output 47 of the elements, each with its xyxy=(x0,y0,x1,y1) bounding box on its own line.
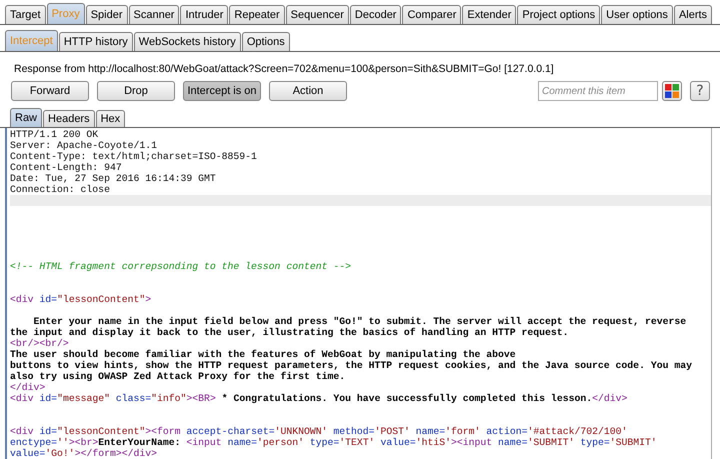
message-editor[interactable] xyxy=(5,128,712,459)
main-tab[interactable]: Project options xyxy=(517,5,600,24)
action-button[interactable]: Action xyxy=(269,81,347,101)
sub-tab[interactable]: HTTP history xyxy=(58,32,133,51)
code-line: <br/><br/> xyxy=(10,338,70,349)
code-line: <div id="lessonContent"> xyxy=(10,294,152,305)
main-tab[interactable]: Extender xyxy=(462,5,516,24)
main-tab[interactable]: Target xyxy=(5,5,46,24)
response-info: Response from http://localhost:80/WebGoat/attack?Screen=702&menu=100&person=Sith&SUBMIT=Go! [127.0.0.1] xyxy=(13,62,555,76)
main-tab[interactable]: User options xyxy=(601,5,673,24)
code-line: value='Go!'></form></div> xyxy=(10,448,158,459)
sub-tab[interactable]: Options xyxy=(242,32,290,51)
main-tab[interactable]: Comparer xyxy=(402,5,462,24)
code-line: also try using OWASP Zed Attack Proxy for the first time. xyxy=(10,371,346,382)
code-line: Connection: close xyxy=(10,184,111,195)
main-tab[interactable]: Decoder xyxy=(350,5,402,24)
main-tab[interactable]: Spider xyxy=(86,5,128,24)
code-line: Content-Length: 947 xyxy=(10,162,123,173)
view-tab[interactable]: Hex xyxy=(96,110,126,127)
action-button[interactable]: Forward xyxy=(11,81,89,101)
code-line: Enter your name in the input field below and press "Go!" to submit. The server will accept the request, reverse xyxy=(32,316,688,327)
action-button[interactable]: Drop xyxy=(97,81,175,101)
sub-tab[interactable]: WebSockets history xyxy=(134,32,241,51)
view-tab[interactable]: Headers xyxy=(43,110,95,127)
color-grid-button[interactable] xyxy=(662,81,682,101)
code-line: <div id="lessonContent"><form accept-charset='UNKNOWN' method='POST' name='form' action='#attack/702/100' xyxy=(10,426,628,437)
main-tab[interactable]: Alerts xyxy=(674,5,712,24)
code-line: HTTP/1.1 200 OK xyxy=(10,129,100,140)
code-line: The user should become familiar with the features of WebGoat by manipulating the above xyxy=(10,349,517,360)
code-line: Content-Type: text/html;charset=ISO-8859-1 xyxy=(10,151,258,162)
main-tab[interactable]: Sequencer xyxy=(286,5,349,24)
color-grid-icon xyxy=(665,84,679,98)
main-tab[interactable]: Repeater xyxy=(229,5,285,24)
action-button[interactable]: Intercept is on xyxy=(183,81,261,101)
code-line: </div> xyxy=(10,382,46,393)
code-line: Server: Apache-Coyote/1.1 xyxy=(10,140,158,151)
code-line: buttons to view hints, show the HTTP request parameters, the HTTP request cookies, and the Java source code. You may xyxy=(10,360,693,371)
help-button[interactable]: ? xyxy=(690,81,710,101)
view-tab[interactable]: Raw xyxy=(10,108,42,127)
main-tab[interactable]: Intruder xyxy=(180,5,228,24)
code-line: <div id="message" class="info"><BR> * Congratulations. You have successfully completed this lesson.</div> xyxy=(10,393,628,404)
code-line: the input and display it back to the user, illustrating the basics of handling an HTTP request. xyxy=(10,327,570,338)
code-line: Date: Tue, 27 Sep 2016 16:14:39 GMT xyxy=(10,173,217,184)
main-tab[interactable]: Scanner xyxy=(128,5,180,24)
comment-field[interactable]: Comment this item xyxy=(538,81,658,101)
code-line: enctype=''><br>EnterYourName: <input name='person' type='TEXT' value='htiS'><input name='SUBMIT' type='SUBMIT' xyxy=(10,437,658,448)
code-line: <!-- HTML fragment correpsonding to the lesson content --> xyxy=(10,261,352,272)
